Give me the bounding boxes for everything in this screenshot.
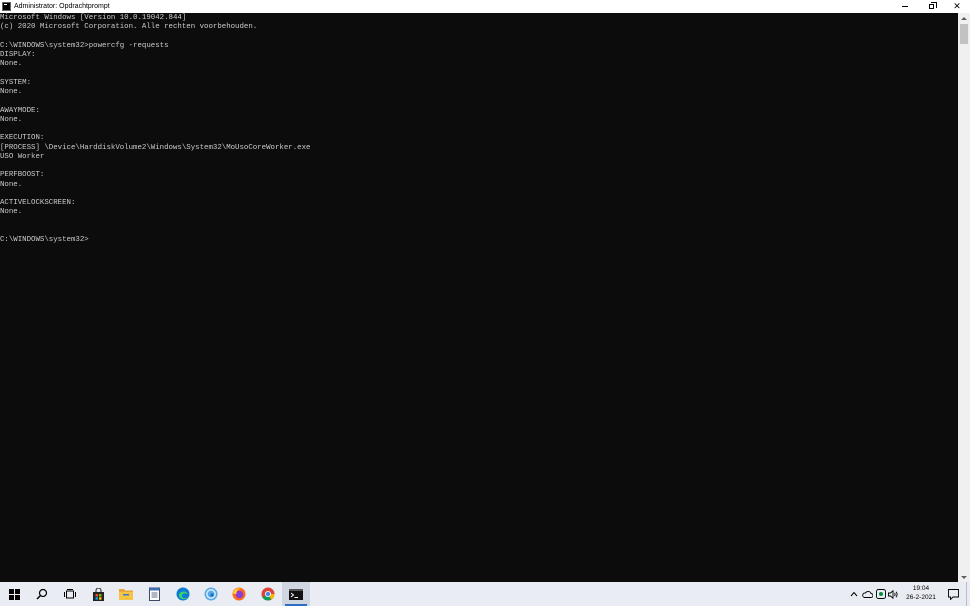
window-title: Administrator: Opdrachtprompt (14, 3, 110, 10)
console-output[interactable]: Microsoft Windows [Version 10.0.19042.84… (0, 13, 958, 582)
action-center-button[interactable] (944, 582, 962, 606)
show-hidden-icons-button[interactable] (848, 582, 860, 606)
taskbar: 19:04 26-2-2021 (0, 582, 970, 606)
console-line: Microsoft Windows [Version 10.0.19042.84… (0, 14, 187, 22)
taskbar-store[interactable] (84, 582, 112, 606)
vertical-scrollbar[interactable] (958, 13, 970, 582)
firefox-icon (232, 587, 246, 601)
tray-onedrive[interactable] (861, 582, 874, 606)
notification-icon (947, 588, 959, 600)
clock-date: 26-2-2021 (906, 594, 936, 601)
file-explorer-icon (119, 589, 133, 600)
cmd-icon (2, 2, 11, 11)
console-line: EXECUTION: (0, 134, 45, 143)
cmd-icon (289, 588, 303, 600)
taskbar-file-explorer[interactable] (112, 582, 140, 606)
clock-time: 19:04 (912, 585, 930, 592)
console-line: C:\WINDOWS\system32> (0, 236, 89, 244)
restore-icon (928, 2, 937, 9)
minimize-icon (902, 6, 908, 7)
console-line: None. (0, 180, 23, 189)
show-desktop-button[interactable] (966, 582, 970, 606)
clock[interactable]: 19:04 26-2-2021 (898, 584, 944, 602)
console-line: DISPLAY: (0, 51, 36, 59)
defender-icon (875, 589, 886, 599)
start-button[interactable] (0, 582, 28, 606)
console-line: (c) 2020 Microsoft Corporation. Alle rec… (0, 23, 258, 32)
minimize-button[interactable] (892, 0, 918, 13)
chevron-up-icon (850, 591, 858, 597)
console-line: C:\WINDOWS\system32>powercfg -requests (0, 41, 169, 50)
taskbar-chrome[interactable] (254, 582, 282, 606)
scroll-down-button[interactable] (958, 572, 970, 582)
console-line: PERFBOOST: (0, 171, 45, 180)
store-icon (92, 587, 104, 601)
scroll-thumb[interactable] (960, 24, 968, 44)
chrome-icon (261, 587, 275, 601)
console-line: [PROCESS] \Device\HarddiskVolume2\Window… (0, 143, 311, 152)
taskbar-firefox[interactable] (225, 582, 253, 606)
notepad-icon (148, 587, 160, 601)
edge-beta-icon (204, 587, 218, 601)
console-line: None. (0, 88, 23, 96)
task-view-icon (64, 588, 76, 598)
tray-defender[interactable] (874, 582, 887, 606)
taskbar-edge-beta[interactable] (197, 582, 225, 606)
onedrive-icon (862, 591, 873, 598)
close-button[interactable]: ✕ (944, 0, 970, 13)
restore-button[interactable] (918, 0, 944, 13)
search-icon (36, 588, 48, 600)
console-line: None. (0, 115, 23, 124)
window-controls: ✕ (892, 0, 970, 13)
taskbar-cmd[interactable] (282, 582, 310, 606)
taskbar-edge[interactable] (169, 582, 197, 606)
console-line: ACTIVELOCKSCREEN: (0, 199, 76, 207)
task-view-button[interactable] (56, 582, 84, 606)
scroll-up-button[interactable] (958, 13, 970, 23)
search-button[interactable] (28, 582, 56, 606)
taskbar-notepad[interactable] (140, 582, 168, 606)
console-line: SYSTEM: (0, 78, 32, 87)
console-line: None. (0, 208, 23, 217)
console-line: AWAYMODE: (0, 106, 40, 115)
edge-icon (176, 587, 190, 601)
console-line: USO Worker (0, 152, 45, 161)
console-text: Microsoft Windows [Version 10.0.19042.84… (0, 13, 958, 245)
title-bar[interactable]: Administrator: Opdrachtprompt ✕ (0, 0, 970, 13)
start-icon (8, 588, 20, 600)
console-line: None. (0, 60, 23, 69)
close-icon: ✕ (953, 1, 961, 12)
